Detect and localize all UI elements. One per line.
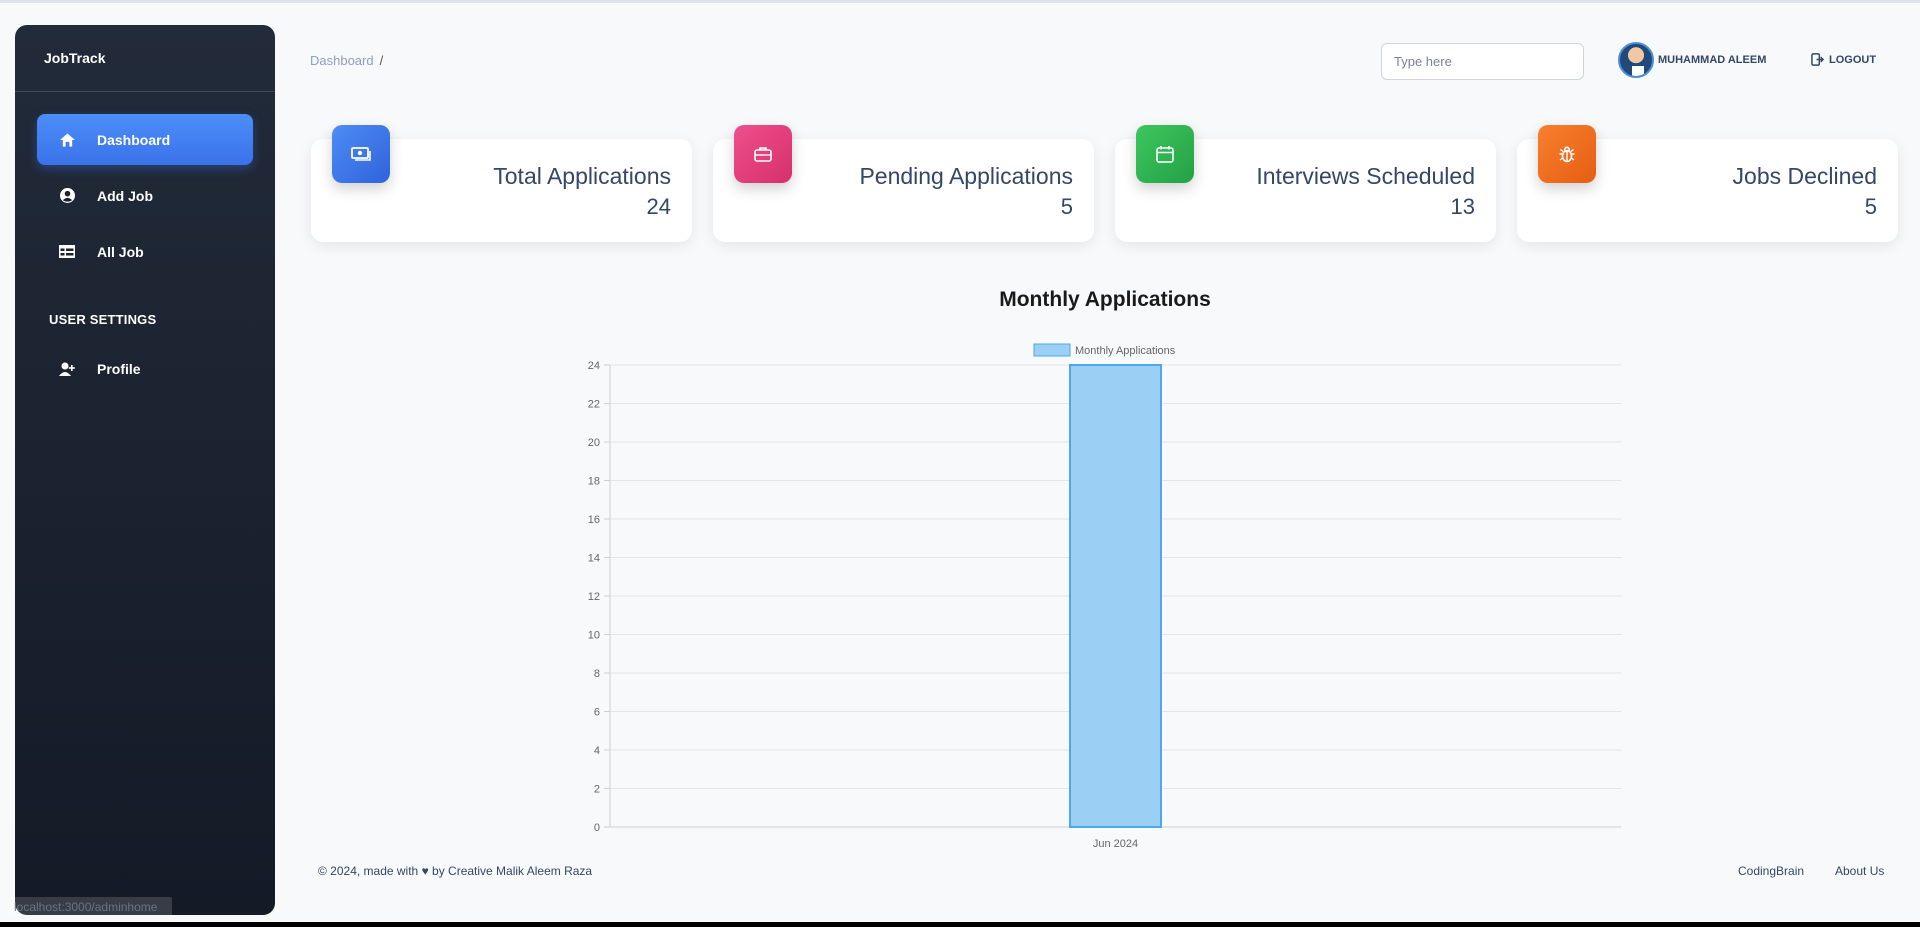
y-tick-label: 18 [588, 476, 600, 488]
x-tick-label: Jun 2024 [1093, 838, 1138, 850]
y-tick-label: 14 [588, 553, 600, 565]
y-tick-label: 16 [588, 514, 600, 526]
y-tick-label: 12 [588, 591, 600, 603]
y-tick-label: 24 [588, 360, 600, 372]
y-tick-label: 20 [588, 437, 600, 449]
y-tick-label: 2 [594, 784, 600, 796]
footer-copyright: © 2024, made with ♥ by Creative Malik Al… [318, 864, 593, 878]
y-tick-label: 8 [594, 668, 600, 680]
y-tick-label: 6 [594, 707, 600, 719]
monthly-applications-chart: 024681012141618202224Jun 2024Monthly App… [588, 343, 1621, 850]
y-tick-label: 0 [594, 822, 600, 834]
footer-link-about-us[interactable]: About Us [1835, 864, 1884, 878]
bar [1069, 364, 1162, 828]
legend-swatch [1033, 343, 1071, 357]
y-tick-label: 4 [594, 745, 600, 757]
legend-label: Monthly Applications [1075, 345, 1176, 357]
y-tick-label: 10 [588, 630, 600, 642]
y-tick-label: 22 [588, 399, 600, 411]
footer-link-codingbrain[interactable]: CodingBrain [1738, 864, 1804, 878]
